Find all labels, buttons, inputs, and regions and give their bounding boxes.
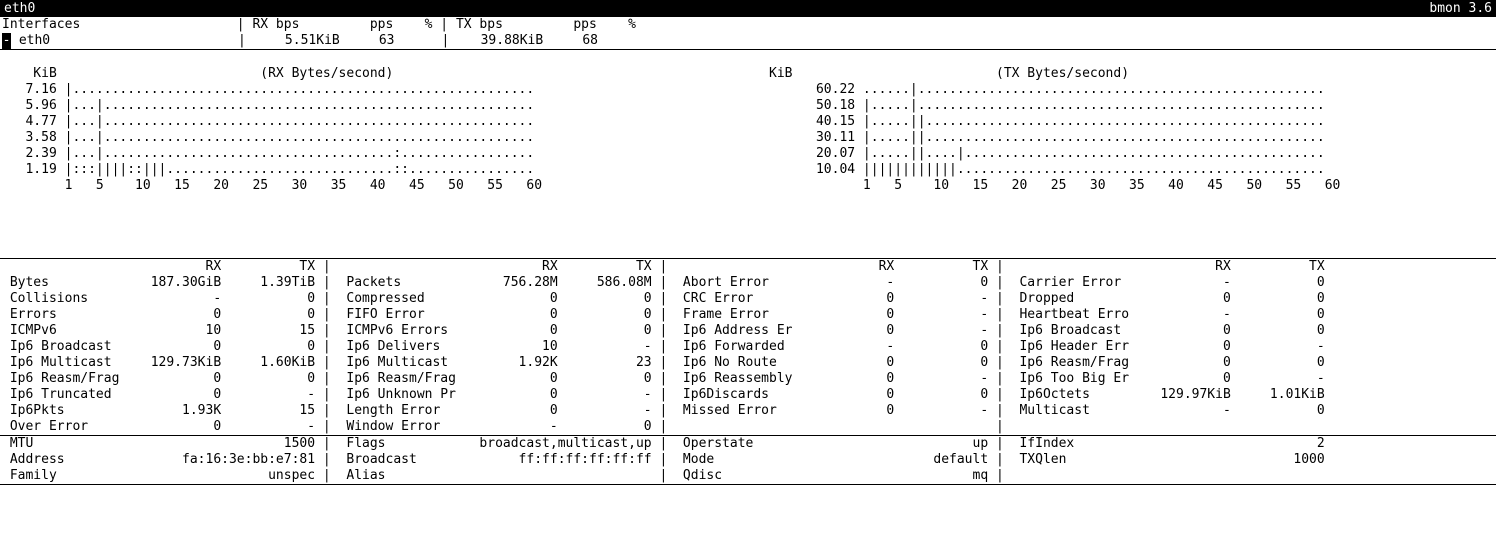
interface-row-eth0[interactable]: - eth0 | 5.51KiB 63 | 39.88KiB 68: [2, 33, 1494, 49]
interface-row-text: eth0 | 5.51KiB 63 | 39.88KiB 68: [11, 33, 637, 49]
interface-selector-indicator: -: [2, 33, 11, 49]
interface-name: eth0: [4, 1, 35, 17]
interfaces-table: Interfaces | RX bps pps % | TX bps pps %…: [0, 17, 1496, 50]
interface-info-table: MTU 1500 | Flags broadcast,multicast,up …: [0, 436, 1496, 485]
app-version: bmon 3.6: [1429, 1, 1492, 17]
statistics-table: RX TX | RX TX | RX TX | RX TX Bytes 187.…: [0, 258, 1496, 436]
title-bar: eth0 bmon 3.6: [0, 0, 1496, 17]
traffic-graphs: KiB (RX Bytes/second) KiB (TX Bytes/seco…: [0, 50, 1496, 258]
interfaces-header-row: Interfaces | RX bps pps % | TX bps pps %: [2, 17, 1494, 33]
